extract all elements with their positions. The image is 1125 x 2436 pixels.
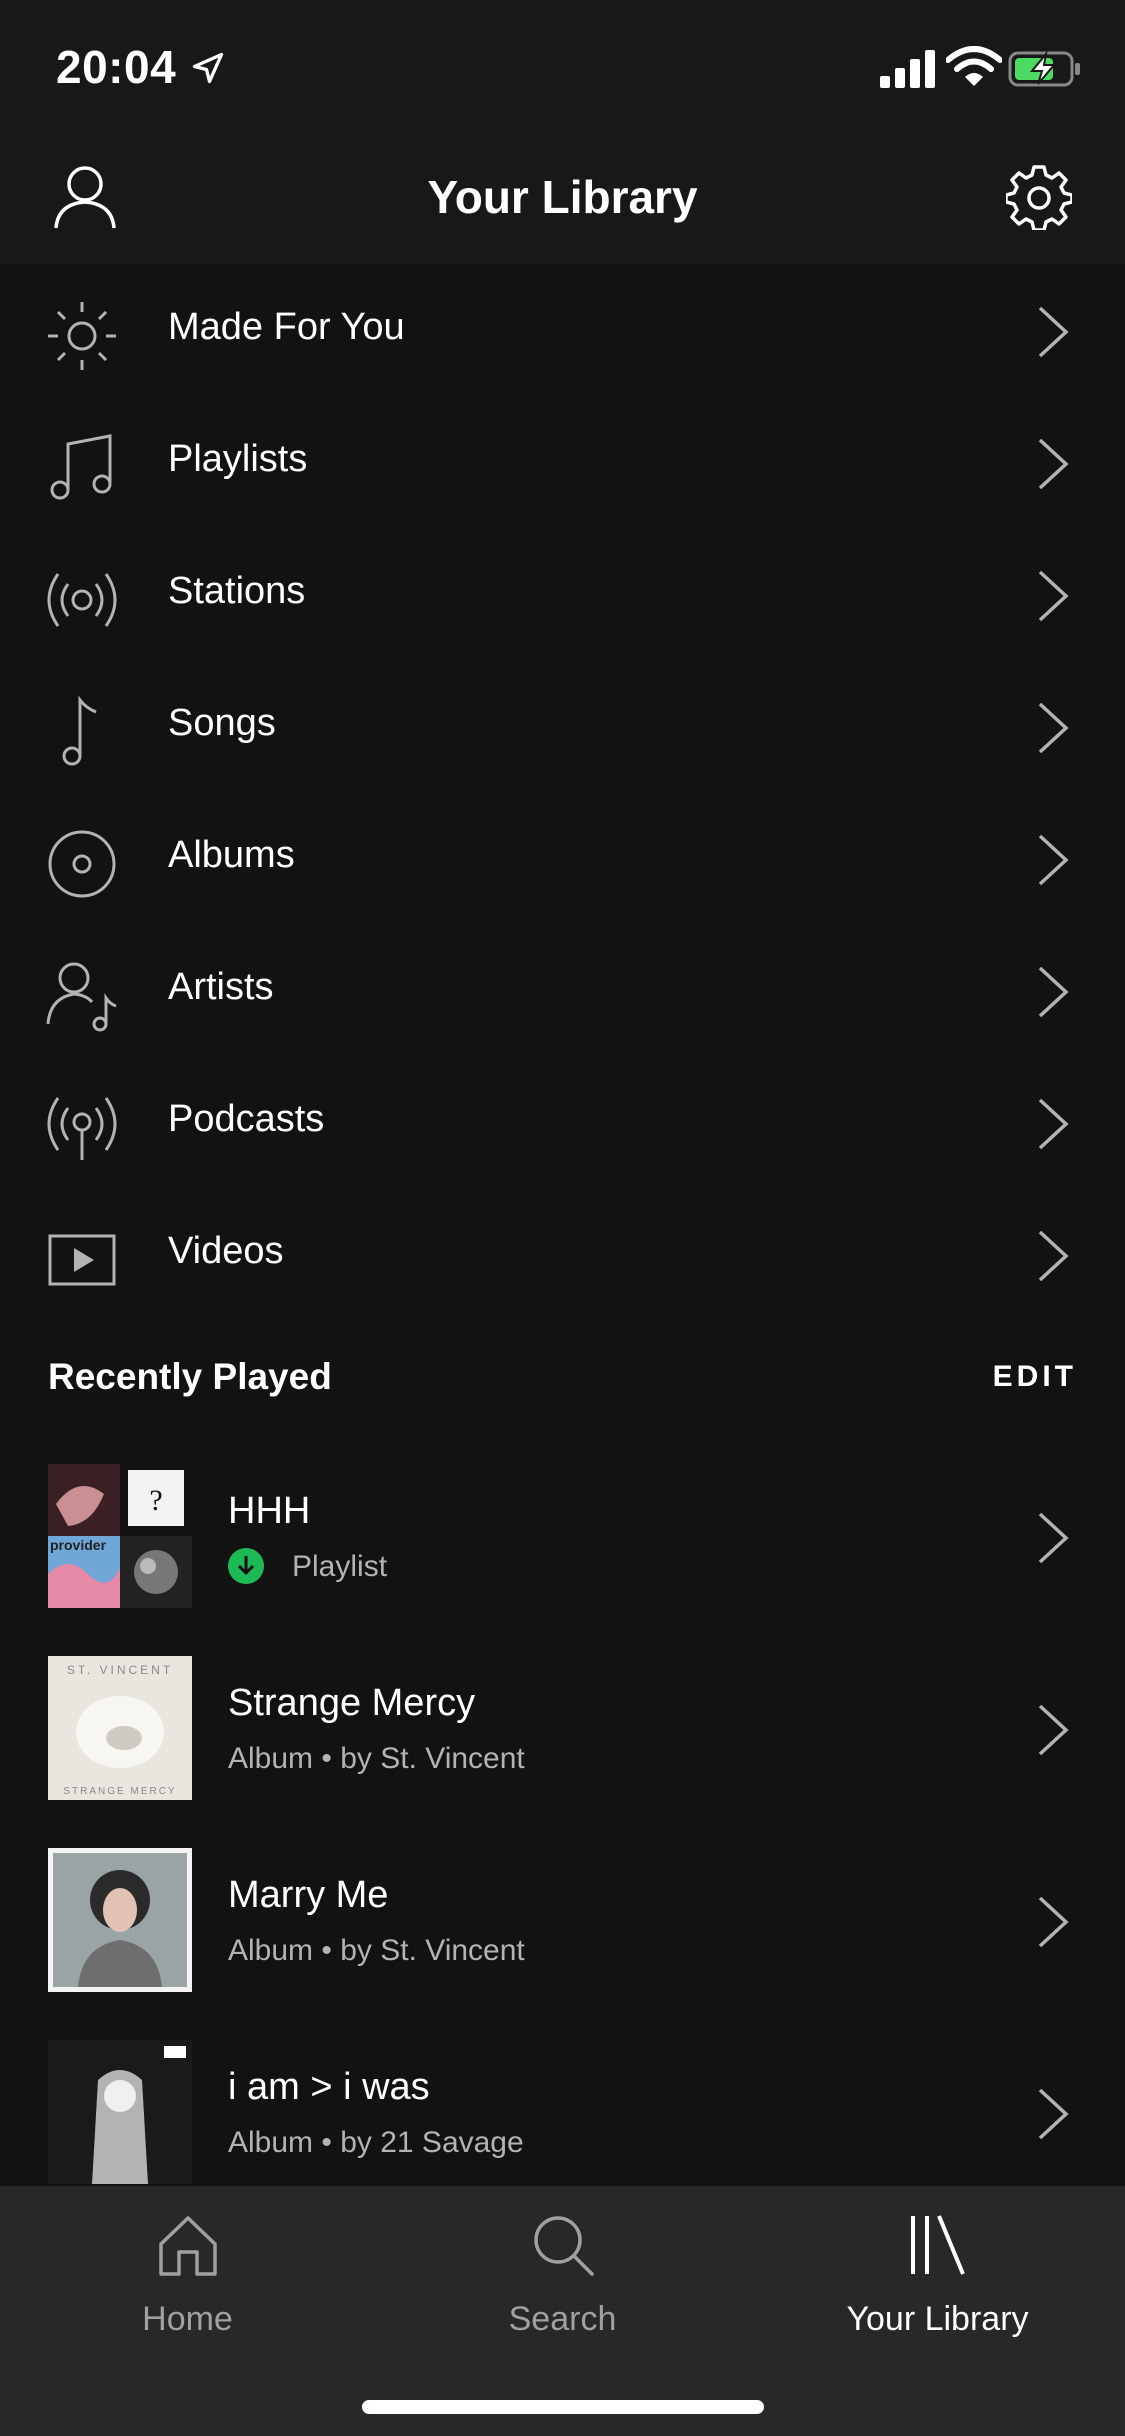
menu-label: Artists [168, 966, 274, 1008]
menu-item-albums[interactable]: Albums [0, 792, 1125, 924]
chevron-right-icon [1038, 570, 1069, 622]
item-title: HHH [228, 1490, 311, 1532]
menu-item-songs[interactable]: Songs [0, 660, 1125, 792]
recent-item-strange-mercy[interactable]: ST. VINCENT STRANGE MERCY Strange Mercy … [0, 1652, 1125, 1844]
svg-text:provider: provider [50, 1537, 107, 1553]
podcast-icon [47, 1097, 117, 1160]
chevron-right-icon [1038, 2088, 1069, 2140]
menu-label: Songs [168, 702, 276, 744]
recent-item-hhh[interactable]: ? provider HHH Playlist [0, 1460, 1125, 1652]
tab-bar: Home Search Your Library [0, 2186, 1125, 2436]
menu-label: Playlists [168, 438, 308, 480]
recently-played-list: ? provider HHH Playlist ST. VINCENT STRA… [0, 1460, 1125, 2228]
menu-item-stations[interactable]: Stations [0, 528, 1125, 660]
cover-text-bottom: STRANGE MERCY [63, 1786, 176, 1797]
menu-label: Albums [168, 834, 295, 876]
header: Your Library [0, 130, 1125, 264]
chevron-right-icon [1038, 1098, 1069, 1150]
artist-icon [46, 962, 117, 1032]
chevron-right-icon [1038, 834, 1069, 886]
location-arrow-icon [192, 52, 224, 84]
menu-label: Podcasts [168, 1098, 325, 1140]
tab-your-library[interactable]: Your Library [750, 2210, 1125, 2340]
disc-icon [48, 830, 116, 898]
home-indicator[interactable] [362, 2400, 764, 2414]
item-title: i am > i was [228, 2066, 430, 2108]
downloaded-icon [228, 1548, 264, 1584]
chevron-right-icon [1038, 966, 1069, 1018]
item-title: Marry Me [228, 1874, 389, 1916]
chevron-right-icon [1038, 702, 1069, 754]
menu-label: Videos [168, 1230, 284, 1272]
radio-icon [47, 573, 117, 627]
album-cover: ST. VINCENT STRANGE MERCY [48, 1656, 192, 1800]
tab-label: Search [508, 2300, 617, 2338]
menu-item-videos[interactable]: Videos [0, 1188, 1125, 1320]
sun-icon [48, 302, 116, 370]
status-bar: 20:04 [0, 0, 1125, 130]
cellular-signal-icon [880, 50, 935, 88]
battery-charging-icon [1008, 50, 1080, 87]
video-icon [48, 1234, 116, 1286]
tab-label: Home [142, 2300, 233, 2338]
menu-label: Stations [168, 570, 306, 612]
svg-text:?: ? [149, 1484, 162, 1517]
chevron-right-icon [1038, 1704, 1069, 1756]
music-note-icon [62, 695, 97, 766]
cover-text: ST. VINCENT [67, 1663, 173, 1677]
album-cover [48, 2040, 192, 2184]
recently-played-header: Recently Played EDIT [0, 1336, 1125, 1426]
item-title: Strange Mercy [228, 1682, 476, 1724]
home-icon [159, 2216, 217, 2276]
recent-item-marry-me[interactable]: Marry Me Album • by St. Vincent [0, 1844, 1125, 2036]
search-icon [534, 2216, 594, 2276]
library-menu: Made For You Playlists Stations Songs Al… [0, 264, 1125, 1320]
library-icon [911, 2215, 965, 2275]
menu-label: Made For You [168, 306, 405, 348]
item-subtitle: Album • by St. Vincent [228, 1934, 525, 1967]
tab-search[interactable]: Search [375, 2210, 750, 2340]
chevron-right-icon [1038, 1512, 1069, 1564]
menu-item-artists[interactable]: Artists [0, 924, 1125, 1056]
status-time: 20:04 [56, 41, 177, 93]
section-title: Recently Played [48, 1356, 332, 1397]
playlist-cover-collage: ? provider [48, 1464, 192, 1608]
gear-icon[interactable] [1006, 164, 1072, 230]
chevron-right-icon [1038, 1896, 1069, 1948]
page-title: Your Library [427, 171, 698, 223]
menu-item-playlists[interactable]: Playlists [0, 396, 1125, 528]
chevron-right-icon [1038, 306, 1069, 358]
item-subtitle: Album • by St. Vincent [228, 1742, 525, 1775]
tab-home[interactable]: Home [0, 2210, 375, 2340]
chevron-right-icon [1038, 1230, 1069, 1282]
music-notes-icon [50, 434, 112, 500]
item-subtitle: Playlist [292, 1550, 388, 1583]
menu-item-podcasts[interactable]: Podcasts [0, 1056, 1125, 1188]
menu-item-made-for-you[interactable]: Made For You [0, 264, 1125, 396]
album-cover [48, 1848, 192, 1992]
tab-label: Your Library [846, 2300, 1029, 2338]
chevron-right-icon [1038, 438, 1069, 490]
item-subtitle: Album • by 21 Savage [228, 2126, 524, 2159]
wifi-icon [946, 46, 1002, 86]
edit-button[interactable]: EDIT [993, 1360, 1077, 1394]
